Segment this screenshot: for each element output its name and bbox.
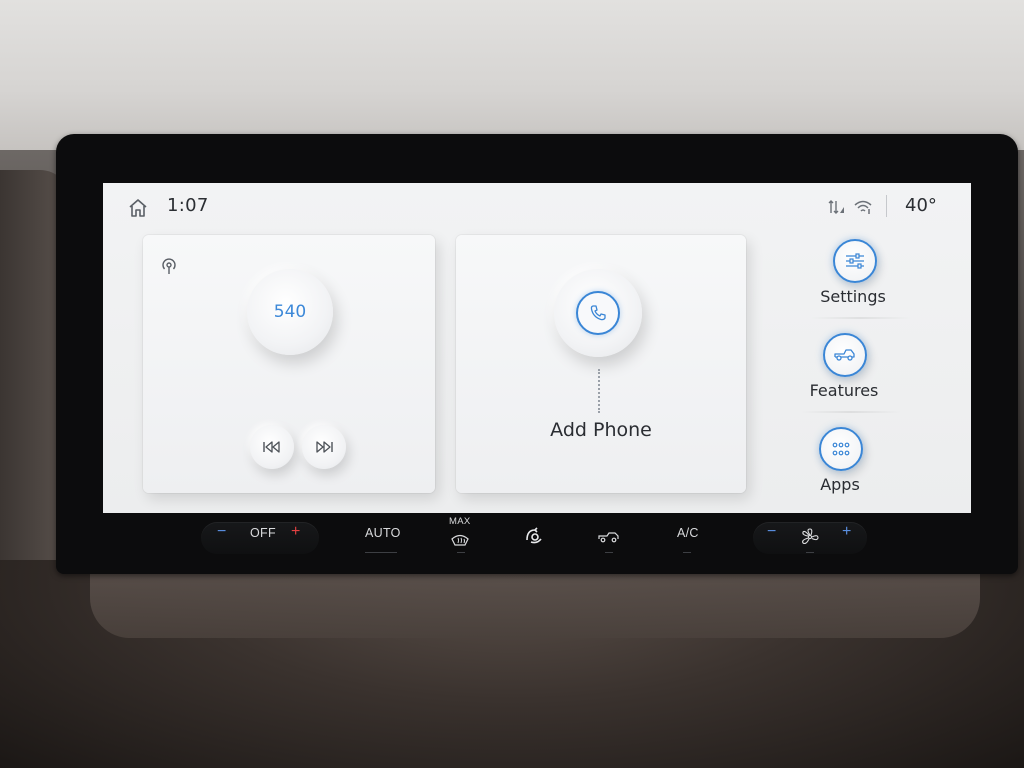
audio-card[interactable]: 540 [143, 235, 435, 493]
background-wall [0, 0, 1024, 150]
ac-indicator [683, 552, 691, 553]
seek-forward-icon [316, 441, 333, 453]
temp-up-button[interactable]: + [291, 523, 301, 541]
settings-button[interactable]: Settings [781, 235, 931, 323]
phone-icon [590, 305, 606, 321]
features-button[interactable]: Features [771, 329, 921, 417]
max-defrost-indicator [457, 552, 465, 553]
dotted-connector [598, 369, 602, 413]
radio-antenna-icon [162, 258, 176, 274]
features-label: Features [809, 381, 879, 400]
radio-frequency-button[interactable]: 540 [247, 269, 333, 355]
status-bar: 1:07 40° [103, 183, 971, 231]
climate-controls: − OFF + AUTO MAX A/C − + [103, 516, 971, 566]
settings-label: Settings [820, 287, 886, 306]
status-divider [886, 195, 887, 217]
radio-frequency: 540 [273, 302, 307, 322]
fan-down-button[interactable]: − [767, 523, 777, 541]
features-ring [823, 333, 867, 377]
add-phone-label: Add Phone [550, 419, 652, 441]
dashboard-lip [90, 568, 980, 638]
max-defrost-icon[interactable] [449, 529, 471, 547]
truck-icon [834, 349, 855, 361]
fan-up-button[interactable]: + [842, 523, 852, 541]
apps-label: Apps [820, 475, 860, 494]
seek-forward-button[interactable] [302, 425, 346, 469]
settings-ring [833, 239, 877, 283]
rear-defrost-indicator [605, 552, 613, 553]
clock: 1:07 [167, 195, 209, 216]
fan-indicator [806, 552, 814, 553]
home-icon[interactable] [127, 197, 149, 219]
auto-indicator [365, 552, 397, 553]
rear-defrost-icon[interactable] [597, 530, 621, 544]
phone-ring [576, 291, 620, 335]
phone-card[interactable]: Add Phone [456, 235, 746, 493]
wifi-icon [854, 200, 872, 214]
climate-off-button[interactable]: OFF [250, 526, 276, 540]
auto-button[interactable]: AUTO [365, 526, 401, 540]
max-defrost-label: MAX [449, 516, 471, 527]
sliders-icon [846, 253, 864, 269]
apps-button[interactable]: Apps [767, 423, 917, 511]
data-signal-icon [828, 200, 844, 214]
fan-icon [802, 528, 819, 545]
apps-ring [819, 427, 863, 471]
ac-button[interactable]: A/C [677, 526, 699, 540]
infotainment-screen: 1:07 40° 540 Add Phone Settings Features… [103, 183, 971, 513]
temp-down-button[interactable]: − [217, 523, 227, 541]
seek-back-button[interactable] [250, 425, 294, 469]
recirculation-icon[interactable] [523, 524, 545, 546]
apps-grid-icon [832, 442, 850, 456]
add-phone-button[interactable] [554, 269, 642, 357]
seek-back-icon [263, 441, 280, 453]
outside-temperature: 40° [905, 195, 937, 216]
